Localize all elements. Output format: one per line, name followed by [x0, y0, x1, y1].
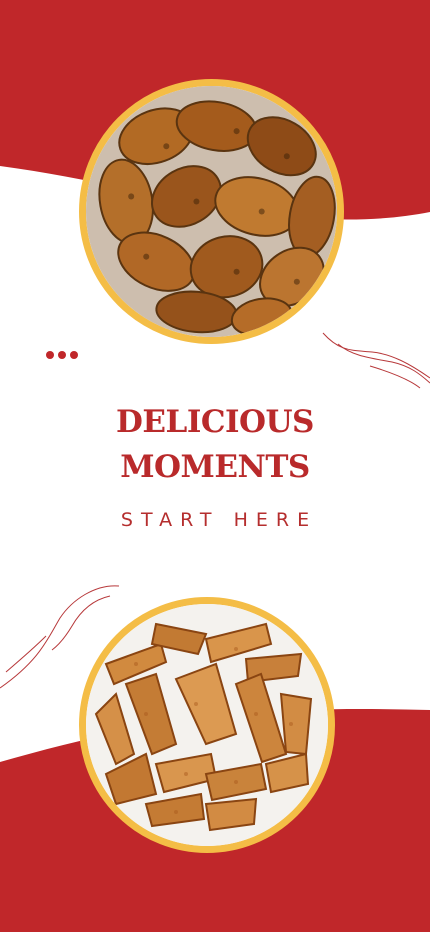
tagline: START HERE: [120, 509, 318, 531]
headline-line-2: MOMENTS: [120, 449, 310, 485]
dot: [58, 351, 66, 359]
decorative-dots: [46, 351, 78, 359]
dot: [70, 351, 78, 359]
dot: [46, 351, 54, 359]
promo-banner: DELICIOUS MOMENTS START HERE: [0, 0, 430, 932]
chicken-wings-photo: [79, 79, 344, 344]
chicken-wings-image: [86, 86, 337, 337]
headline-line-1: DELICIOUS: [116, 404, 314, 440]
potato-wedges-photo: [79, 597, 335, 853]
decorative-squiggle-right: [322, 332, 430, 389]
headline: DELICIOUS MOMENTS: [0, 400, 430, 490]
potato-wedges-image: [86, 604, 328, 846]
